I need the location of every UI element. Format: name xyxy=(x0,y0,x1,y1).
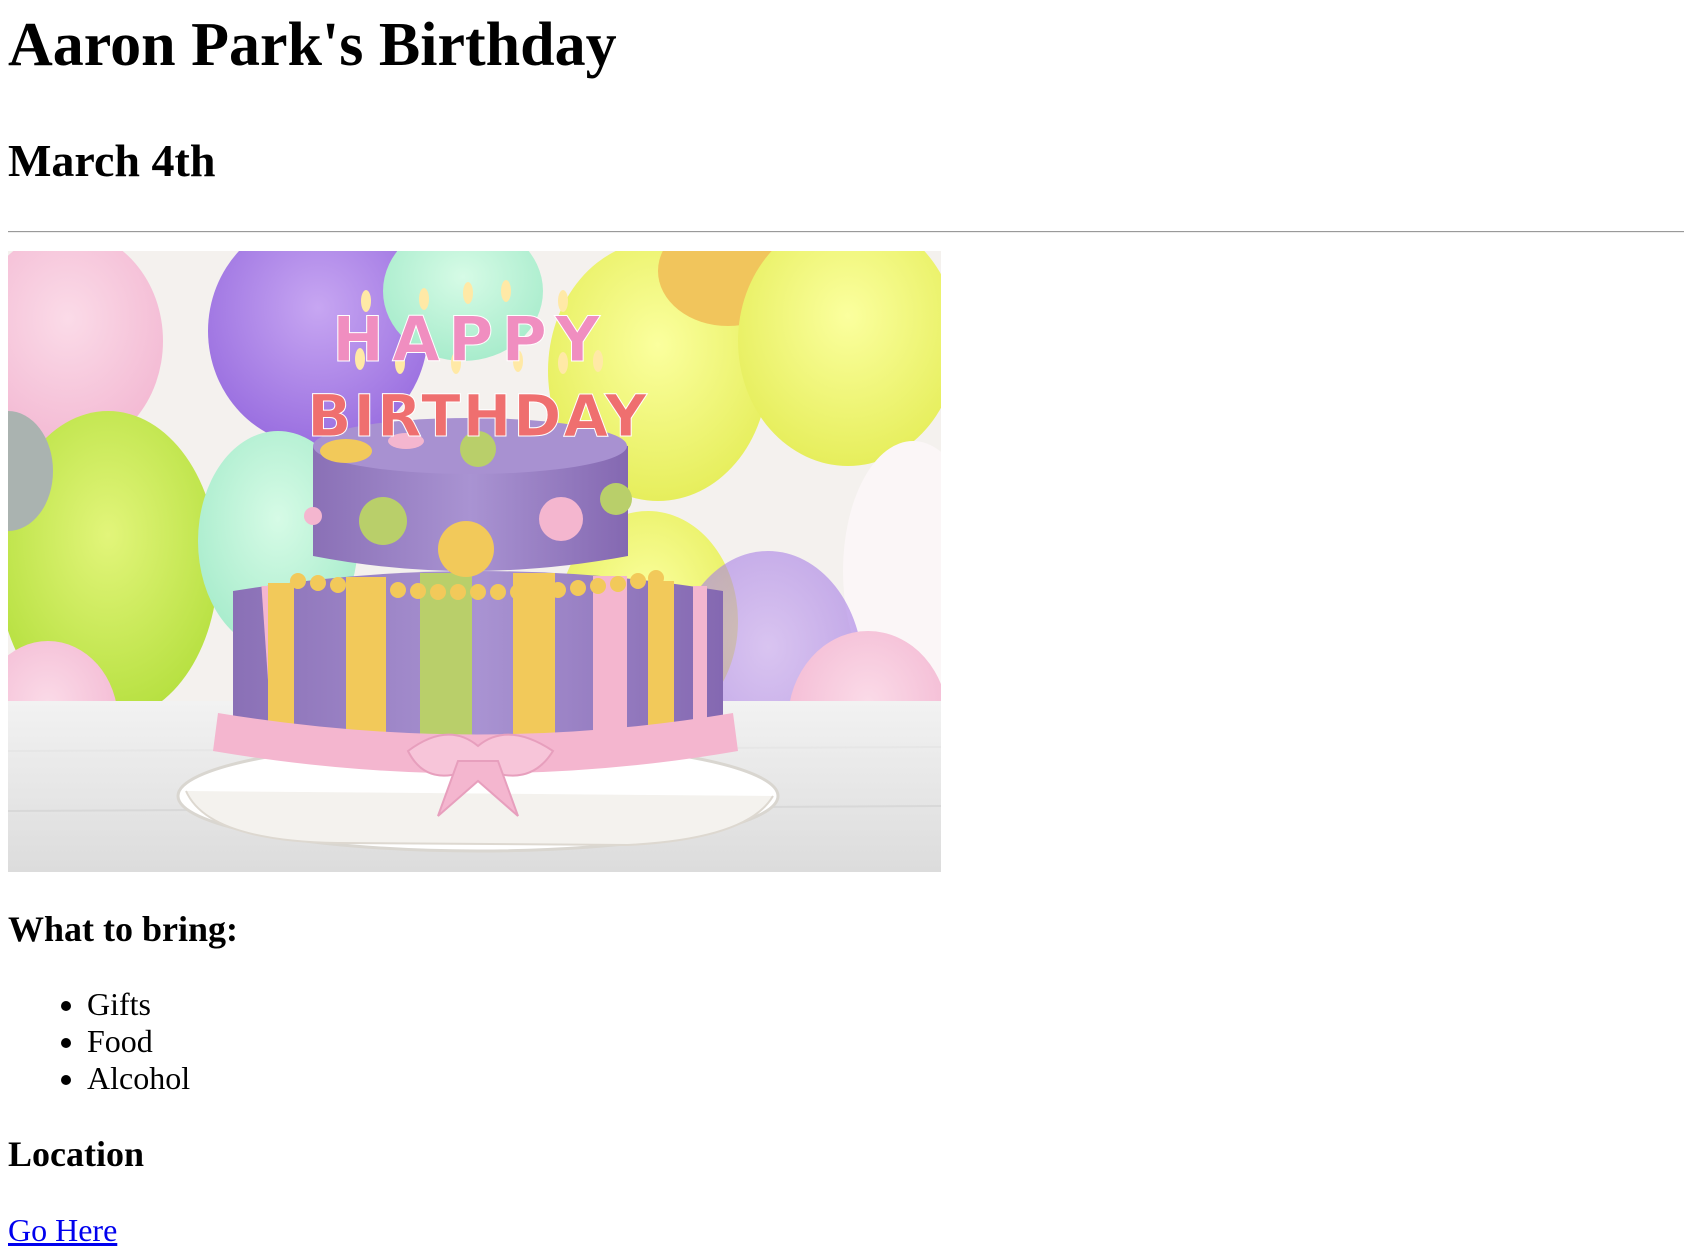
polka-dot xyxy=(359,497,407,545)
list-item: Gifts xyxy=(87,986,1684,1023)
candle-letters-birthday: BIRTHDAY xyxy=(307,382,648,450)
polka-dot xyxy=(539,497,583,541)
location-link[interactable]: Go Here xyxy=(8,1211,117,1249)
page: Aaron Park's Birthday March 4th HAPPY BI… xyxy=(8,0,1684,1249)
polka-dot xyxy=(304,507,322,525)
polka-dot xyxy=(438,521,494,577)
divider xyxy=(8,231,1684,233)
candle-letters-happy: HAPPY xyxy=(332,303,608,376)
event-date: March 4th xyxy=(8,135,216,186)
bring-list: Gifts Food Alcohol xyxy=(8,986,1684,1097)
list-item: Food xyxy=(87,1023,1684,1060)
list-item: Alcohol xyxy=(87,1060,1684,1097)
page-title: Aaron Park's Birthday xyxy=(8,11,617,79)
location-heading: Location xyxy=(8,1134,145,1174)
polka-dot xyxy=(600,483,632,515)
birthday-cake-image: HAPPY BIRTHDAY xyxy=(8,251,941,872)
bring-heading: What to bring: xyxy=(8,909,239,949)
